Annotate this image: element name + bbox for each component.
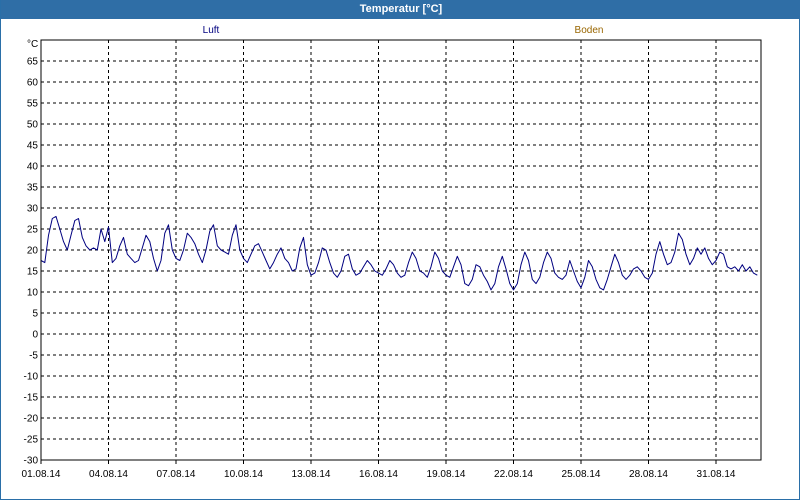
x-tick-label: 07.08.14 (157, 469, 196, 480)
x-tick-label: 04.08.14 (89, 469, 128, 480)
legend: Luft Boden (203, 25, 604, 36)
y-tick-label: 5 (32, 309, 38, 320)
x-tick-label: 10.08.14 (224, 469, 263, 480)
legend-item-luft: Luft (203, 25, 220, 36)
y-tick-label: 30 (27, 204, 39, 215)
y-tick-label: 35 (27, 183, 39, 194)
y-tick-label: 60 (27, 78, 39, 89)
x-axis-tick-labels: 01.08.14 04.08.14 07.08.14 10.08.14 13.08.14… (22, 469, 736, 480)
x-tick-label: 22.08.14 (494, 469, 533, 480)
y-tick-label: 65 (27, 57, 39, 68)
chart-window: Temperatur [°C] 65 60 55 50 45 40 35 30 25 20 15 10… (0, 0, 800, 500)
x-tick-label: 25.08.14 (562, 469, 601, 480)
y-tick-label: -10 (24, 372, 39, 383)
x-tick-label: 19.08.14 (427, 469, 466, 480)
series-layer (40, 215, 758, 291)
temperature-chart: 65605550454035302520151050-5-10-15-20-25… (22, 25, 762, 480)
y-tick-label: 15 (27, 267, 39, 278)
y-tick-label: 10 (27, 288, 39, 299)
y-tick-label: 20 (27, 246, 39, 257)
y-tick-label: 50 (27, 120, 39, 131)
y-tick-label: 55 (27, 99, 39, 110)
x-tick-label: 28.08.14 (629, 469, 668, 480)
y-tick-label: 45 (27, 141, 39, 152)
y-tick-label: -5 (29, 351, 38, 362)
series-line-luft (40, 215, 758, 291)
y-axis-tick-labels: 65605550454035302520151050-5-10-15-20-25… (24, 57, 39, 467)
y-tick-label: -25 (24, 435, 39, 446)
y-tick-label: 25 (27, 225, 39, 236)
x-tick-label: 16.08.14 (359, 469, 398, 480)
y-tick-label: 40 (27, 162, 39, 173)
y-axis-label: °C (27, 39, 38, 50)
x-tick-label: 13.08.14 (292, 469, 331, 480)
x-tick-label: 01.08.14 (22, 469, 61, 480)
y-tick-label: -15 (24, 393, 39, 404)
y-tick-label: 0 (32, 330, 38, 341)
y-tick-label: -30 (24, 456, 39, 467)
x-tick-label: 31.08.14 (697, 469, 736, 480)
grid (40, 40, 761, 464)
y-tick-label: -20 (24, 414, 39, 425)
legend-item-boden: Boden (575, 25, 604, 36)
